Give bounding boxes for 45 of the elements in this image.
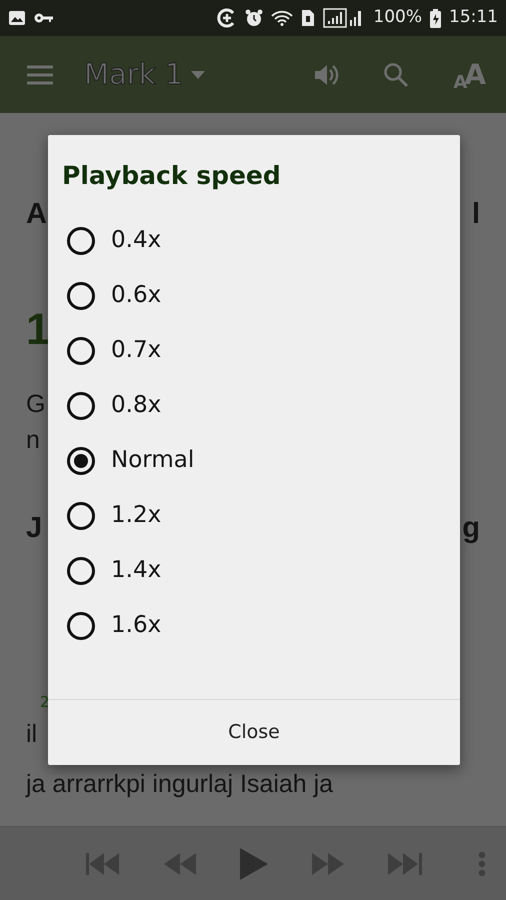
- radio-button[interactable]: [67, 446, 95, 474]
- radio-button[interactable]: [67, 336, 95, 364]
- speed-option[interactable]: 1.4x: [48, 543, 460, 598]
- dialog-title: Playback speed: [61, 160, 282, 192]
- wifi-icon: [271, 10, 294, 26]
- verse-text: G: [26, 389, 46, 420]
- speed-option[interactable]: 0.8x: [48, 378, 460, 433]
- skip-next-icon[interactable]: [388, 852, 422, 876]
- section-heading: J: [26, 511, 42, 546]
- radio-button[interactable]: [67, 226, 95, 254]
- section-heading: A: [26, 197, 47, 232]
- speed-option[interactable]: 0.6x: [48, 268, 460, 323]
- clock-time: 15:11: [449, 6, 498, 30]
- sim-card-icon: [301, 9, 316, 27]
- section-heading: g: [462, 511, 480, 546]
- caret-icon[interactable]: [191, 70, 206, 78]
- key-icon: [34, 12, 54, 24]
- radio-button[interactable]: [67, 612, 95, 640]
- radio-button[interactable]: [67, 392, 95, 420]
- radio-button[interactable]: [67, 282, 95, 310]
- more-options-icon[interactable]: [478, 850, 486, 876]
- menu-icon[interactable]: [26, 64, 54, 86]
- chapter-number: 1: [26, 304, 50, 356]
- close-button[interactable]: Close: [216, 712, 292, 753]
- speed-option[interactable]: Normal: [48, 433, 460, 488]
- radio-button[interactable]: [67, 502, 95, 530]
- battery-charging-icon: [430, 8, 441, 28]
- fast-forward-icon[interactable]: [312, 852, 344, 874]
- search-icon[interactable]: [383, 62, 410, 88]
- speed-option[interactable]: 0.7x: [48, 323, 460, 378]
- play-icon[interactable]: [240, 848, 268, 880]
- speed-option[interactable]: 1.2x: [48, 488, 460, 543]
- alarm-icon: [245, 9, 264, 27]
- verse-text: n: [26, 425, 40, 456]
- speed-option[interactable]: 0.4x: [48, 213, 460, 268]
- radio-button[interactable]: [67, 556, 95, 584]
- verse-number: 2: [40, 692, 50, 713]
- battery-percentage: 100%: [373, 6, 422, 30]
- section-heading: l: [472, 197, 480, 232]
- image-icon: [8, 10, 26, 26]
- rewind-icon[interactable]: [164, 852, 196, 874]
- verse-text: il: [26, 719, 38, 750]
- verse-text: ja arrarrkpi ingurlaj Isaiah ja: [26, 769, 334, 800]
- speed-option[interactable]: 1.6x: [48, 598, 460, 653]
- skip-previous-icon[interactable]: [86, 852, 120, 876]
